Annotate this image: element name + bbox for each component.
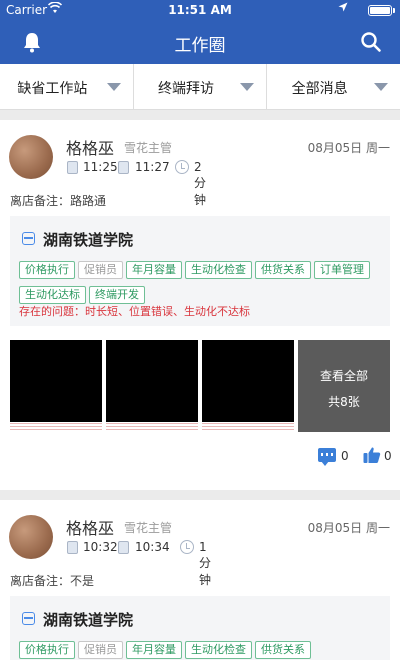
tag: 年月容量: [126, 641, 182, 659]
tag: 价格执行: [19, 261, 75, 279]
photo-thumbnail[interactable]: [106, 340, 198, 432]
filter-workstation-dropdown[interactable]: 缺省工作站: [0, 64, 134, 109]
view-all-label: 查看全部: [319, 369, 368, 383]
post-date: 08月05日 周一: [307, 141, 390, 155]
problem-text: 存在的问题：时长短、位置错误、生动化不达标: [19, 305, 250, 318]
like-count: 0: [384, 449, 392, 463]
check-item-tags: 价格执行 促销员 年月容量 生动化检查 供货关系: [19, 638, 379, 660]
filter-label: 缺省工作站: [17, 81, 88, 97]
leave-remark: 离店备注：不是: [10, 574, 95, 588]
filter-label: 全部消息: [291, 81, 348, 97]
filter-visit-type-dropdown[interactable]: 终端拜访: [134, 64, 268, 109]
photo-thumbnail[interactable]: [10, 340, 102, 432]
tag: 供货关系: [255, 261, 311, 279]
author-role: 雪花主管: [124, 141, 173, 155]
view-all-photos-button[interactable]: 查看全部 共8张: [298, 340, 390, 432]
battery-icon: [368, 5, 392, 16]
tag: 生动化达标: [19, 286, 86, 304]
caret-down-icon: [240, 83, 255, 91]
end-time: 11:27: [135, 160, 170, 174]
photo-grid: 查看全部 共8张: [10, 340, 390, 432]
start-time: 10:32: [83, 540, 118, 554]
store-summary[interactable]: 湖南铁道学院 价格执行 促销员 年月容量 生动化检查 供货关系 订单管理生动化达标 终端开发…: [10, 216, 390, 326]
duration: 1分钟: [199, 540, 212, 587]
comment-count: 0: [341, 449, 349, 463]
clock-icon: [180, 540, 194, 554]
nav-bar: 工作圈: [0, 20, 400, 64]
tag: 订单管理: [314, 261, 370, 279]
duration: 2分钟: [194, 160, 207, 207]
avatar[interactable]: [9, 515, 53, 559]
tag: 终端开发: [89, 286, 145, 304]
store-name: 湖南铁道学院: [43, 231, 134, 249]
end-time: 10:34: [135, 540, 170, 554]
store-icon: [22, 612, 35, 625]
check-in-icon: [67, 541, 78, 554]
caret-down-icon: [374, 83, 389, 91]
post-date: 08月05日 周一: [307, 521, 390, 535]
tag: 年月容量: [126, 261, 182, 279]
photo-count-label: 共8张: [328, 395, 360, 409]
tag: 生动化检查: [185, 641, 252, 659]
check-in-icon: [67, 161, 78, 174]
author-name: 格格巫: [66, 139, 115, 158]
avatar[interactable]: [9, 135, 53, 179]
filter-bar: 缺省工作站 终端拜访 全部消息: [0, 64, 400, 110]
filter-message-dropdown[interactable]: 全部消息: [267, 64, 400, 109]
store-icon: [22, 232, 35, 245]
page-title: 工作圈: [174, 36, 226, 56]
tag: 生动化检查: [185, 261, 252, 279]
tag: 价格执行: [19, 641, 75, 659]
post-actions: 0 0: [318, 446, 392, 466]
store-summary[interactable]: 湖南铁道学院 价格执行 促销员 年月容量 生动化检查 供货关系: [10, 596, 390, 660]
store-name: 湖南铁道学院: [43, 611, 134, 629]
comment-icon[interactable]: [318, 448, 336, 466]
check-item-tags: 价格执行 促销员 年月容量 生动化检查 供货关系 订单管理生动化达标 终端开发: [19, 258, 379, 308]
check-out-icon: [118, 541, 129, 554]
battery-tip: [393, 8, 395, 13]
start-time: 11:25: [83, 160, 118, 174]
clock-icon: [175, 160, 189, 174]
location-arrow-icon: [338, 2, 348, 15]
filter-label: 终端拜访: [158, 81, 214, 97]
check-out-icon: [118, 161, 129, 174]
status-bar: Carrier 11:51 AM: [0, 0, 400, 20]
author-name: 格格巫: [66, 519, 115, 538]
tag: 促销员: [78, 261, 123, 279]
post-card[interactable]: 格格巫 雪花主管 08月05日 周一 11:25 11:27 2分钟 离店备注：…: [0, 120, 400, 490]
thumbs-up-icon[interactable]: [363, 446, 381, 464]
leave-remark: 离店备注：路路通: [10, 194, 107, 208]
search-icon[interactable]: [360, 31, 382, 53]
post-card[interactable]: 格格巫 雪花主管 08月05日 周一 10:32 10:34 1分钟 离店备注：…: [0, 500, 400, 660]
author-role: 雪花主管: [124, 521, 173, 535]
photo-thumbnail[interactable]: [202, 340, 294, 432]
tag: 促销员: [78, 641, 123, 659]
caret-down-icon: [106, 83, 121, 91]
tag: 供货关系: [255, 641, 311, 659]
